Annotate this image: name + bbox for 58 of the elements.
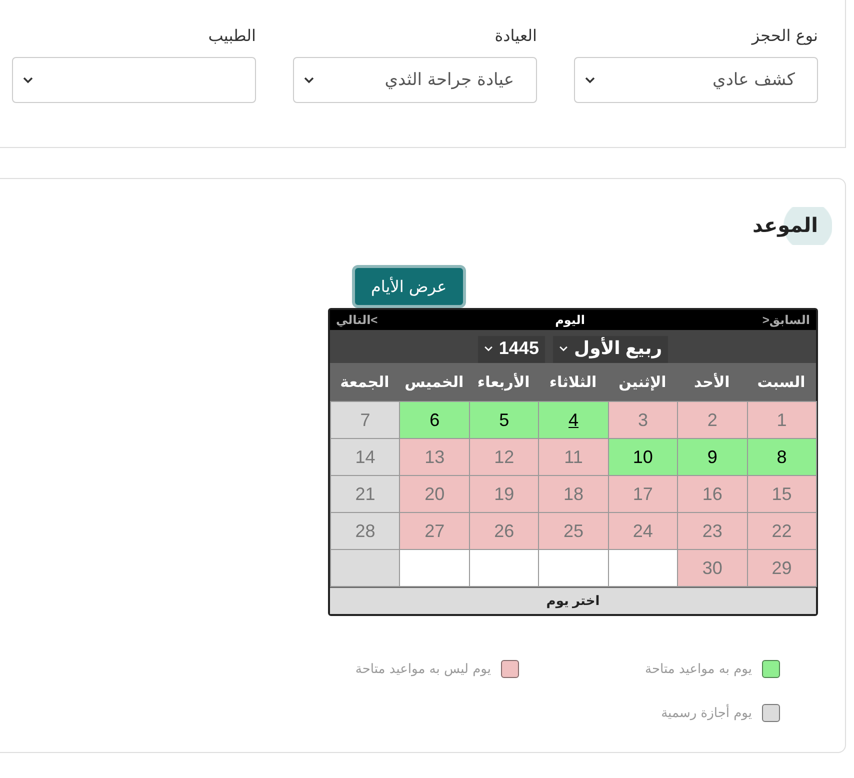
day-cell: 17 — [608, 475, 678, 513]
legend-label: يوم به مواعيد متاحة — [644, 662, 752, 676]
day-cell: 23 — [677, 512, 748, 550]
today-link[interactable]: اليوم — [555, 313, 585, 327]
day-cell: 26 — [468, 512, 540, 550]
chevron-icon — [304, 76, 314, 84]
day-cell: 24 — [608, 512, 678, 550]
select-field[interactable] — [12, 57, 256, 103]
month-select[interactable]: ربيع الأول — [552, 336, 668, 363]
legend-label: يوم ليس به مواعيد متاحة — [355, 662, 491, 676]
field-label: الطبيب — [207, 26, 256, 45]
day-cell: 18 — [538, 475, 609, 513]
select-field[interactable]: كشف عادي — [574, 57, 818, 103]
day-cell: 28 — [330, 512, 400, 550]
chevron-icon — [23, 76, 33, 84]
day-cell: 13 — [399, 438, 470, 476]
day-cell: 30 — [677, 549, 748, 587]
day-cell[interactable]: 10 — [608, 438, 678, 476]
show-days-button[interactable]: عرض الأيام — [352, 265, 466, 308]
chevron-icon — [484, 346, 493, 352]
day-cell: 16 — [677, 475, 748, 513]
day-cell[interactable]: 6 — [399, 401, 470, 439]
day-cell[interactable]: 9 — [677, 438, 748, 476]
previous-link[interactable]: السابق< — [762, 313, 810, 327]
weekday-header: السبت — [746, 363, 816, 401]
select-field[interactable]: عيادة جراحة الثدي — [293, 57, 537, 103]
year-select[interactable]: 1445 — [478, 336, 545, 363]
weekday-header: الإثنين — [608, 363, 678, 401]
day-cell: 1 — [746, 401, 817, 439]
day-cell: 11 — [538, 438, 609, 476]
day-cell: 22 — [746, 512, 817, 550]
day-cell: 25 — [538, 512, 609, 550]
day-cell: 3 — [608, 401, 678, 439]
next-link[interactable]: >التالي — [336, 313, 378, 327]
day-cell: 15 — [746, 475, 817, 513]
day-cell: 29 — [746, 549, 817, 587]
day-cell: 21 — [330, 475, 400, 513]
weekday-header: الخميس — [399, 363, 469, 401]
day-cell: 19 — [468, 475, 540, 513]
weekday-header: الثلاثاء — [538, 363, 608, 401]
weekday-header: الجمعة — [330, 363, 400, 401]
weekday-header: الأحد — [677, 363, 747, 401]
chevron-icon — [558, 346, 568, 352]
calendar-footer: اختر يوم — [330, 586, 816, 614]
day-cell[interactable]: 8 — [746, 438, 817, 476]
field-label: العيادة — [494, 26, 537, 45]
day-cell: 27 — [399, 512, 470, 550]
field-label: نوع الحجز — [750, 26, 818, 45]
day-cell: 2 — [677, 401, 748, 439]
day-cell: 14 — [330, 438, 400, 476]
legend-label: يوم أجازة رسمية — [661, 706, 752, 720]
day-cell: 20 — [399, 475, 470, 513]
day-cell[interactable]: 5 — [468, 401, 540, 439]
day-cell[interactable]: 4 — [538, 401, 609, 439]
chevron-icon — [585, 76, 595, 84]
weekday-header: الأربعاء — [468, 363, 538, 401]
day-cell: 7 — [330, 401, 400, 439]
day-cell: 12 — [468, 438, 540, 476]
